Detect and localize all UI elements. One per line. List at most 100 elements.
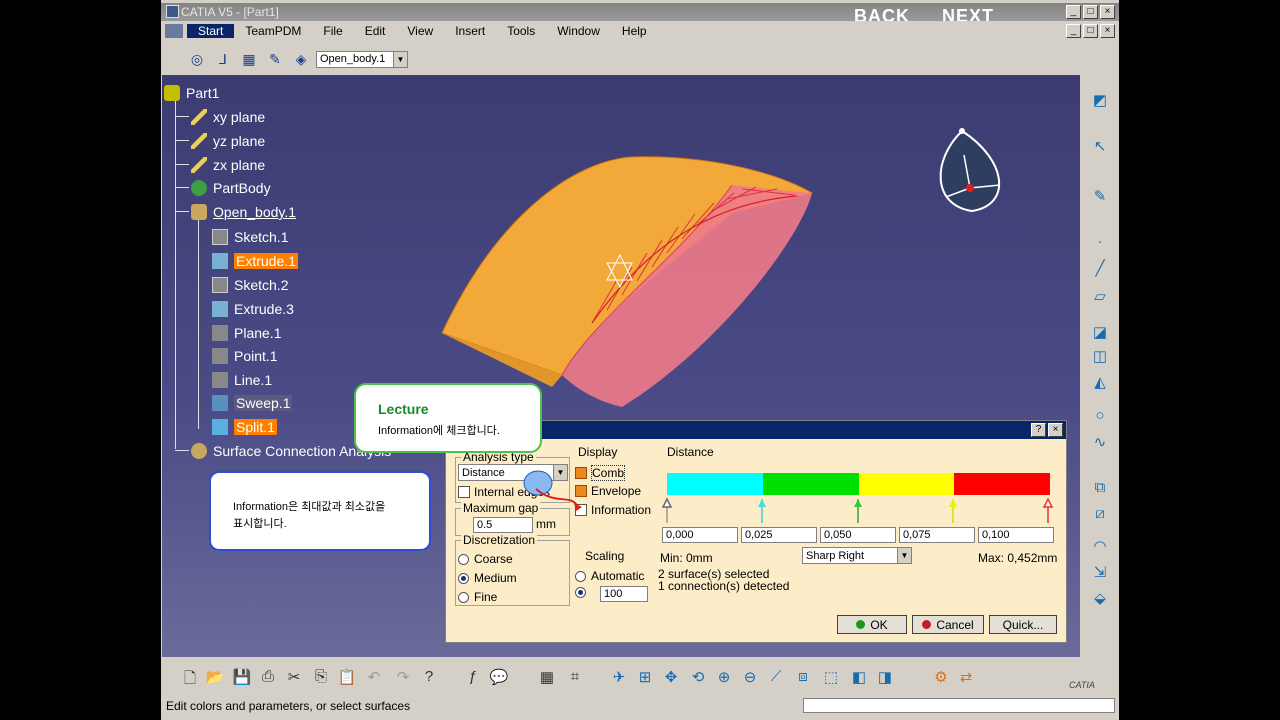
tree-node-sweep1[interactable]: Sweep.1	[212, 393, 293, 413]
open-icon[interactable]: 📂	[205, 668, 225, 688]
discretization-medium-radio[interactable]: Medium	[458, 571, 517, 585]
menu-teampdm[interactable]: TeamPDM	[234, 24, 312, 38]
scale-value-4[interactable]: 0,100	[978, 527, 1054, 543]
tree-node-part1[interactable]: Part1	[164, 83, 219, 103]
maximize-button[interactable]: □	[1083, 5, 1098, 19]
sketch-icon[interactable]: ✎	[1089, 187, 1111, 207]
menu-insert[interactable]: Insert	[444, 24, 496, 38]
point-icon[interactable]: ·	[1089, 233, 1111, 253]
doc-restore-button[interactable]: □	[1083, 24, 1098, 38]
zoom-out-icon[interactable]: ⊖	[740, 668, 760, 688]
fillet-icon[interactable]: ◠	[1089, 537, 1111, 557]
table-icon[interactable]: ▦	[537, 668, 557, 688]
menu-view[interactable]: View	[396, 24, 444, 38]
quick-button[interactable]: Quick...	[989, 615, 1057, 634]
close-button[interactable]: ×	[1100, 5, 1115, 19]
color-band-green[interactable]	[762, 473, 859, 495]
swap-icon[interactable]: ◨	[875, 668, 895, 688]
rotate-icon[interactable]: ⟲	[688, 668, 708, 688]
minimize-button[interactable]: _	[1066, 5, 1081, 19]
help-icon[interactable]: ?	[419, 668, 439, 688]
menu-tools[interactable]: Tools	[496, 24, 546, 38]
save-icon[interactable]: 💾	[232, 668, 252, 688]
color-band-red[interactable]	[954, 473, 1050, 495]
discretization-coarse-radio[interactable]: Coarse	[458, 552, 513, 566]
join-icon[interactable]: ⧉	[1089, 479, 1111, 499]
tree-node-yz-plane[interactable]: yz plane	[191, 131, 265, 151]
tree-node-sketch1[interactable]: Sketch.1	[212, 227, 288, 247]
fill-icon[interactable]: ◭	[1089, 373, 1111, 393]
undo-icon[interactable]: ↶	[364, 668, 384, 688]
tree-node-zx-plane[interactable]: zx plane	[191, 155, 265, 175]
transform-icon[interactable]: ⇲	[1089, 563, 1111, 583]
tree-node-partbody[interactable]: PartBody	[191, 178, 271, 198]
pan-icon[interactable]: ✥	[661, 668, 681, 688]
zoom-in-icon[interactable]: ⊕	[714, 668, 734, 688]
select-icon[interactable]: ↖	[1089, 137, 1111, 157]
menu-edit[interactable]: Edit	[354, 24, 397, 38]
sweep-icon[interactable]: ◫	[1089, 347, 1111, 367]
doc-minimize-button[interactable]: _	[1066, 24, 1081, 38]
tree-node-open-body[interactable]: Open_body.1	[191, 202, 296, 222]
tree-node-split1[interactable]: Split.1	[212, 417, 277, 437]
normal-view-icon[interactable]: ⟋	[766, 668, 786, 688]
menu-start[interactable]: Start	[187, 24, 235, 38]
scale-value-0[interactable]: 0,000	[662, 527, 738, 543]
scaling-value-input[interactable]: 100	[600, 586, 648, 602]
fly-icon[interactable]: ✈	[609, 668, 629, 688]
color-band-cyan[interactable]	[667, 473, 763, 495]
copy-icon[interactable]: ⎘	[311, 668, 331, 688]
discretization-fine-radio[interactable]: Fine	[458, 590, 497, 604]
tree-node-line1[interactable]: Line.1	[212, 370, 272, 390]
doc-close-button[interactable]: ×	[1100, 24, 1115, 38]
fit-all-icon[interactable]: ⊞	[635, 668, 655, 688]
workbench-icon[interactable]: ⚙	[931, 668, 951, 688]
tree-node-plane1[interactable]: Plane.1	[212, 323, 281, 343]
command-input[interactable]	[803, 698, 1115, 713]
menu-help[interactable]: Help	[611, 24, 658, 38]
color-mode-select[interactable]: Sharp Right ▼	[802, 547, 912, 564]
axis-icon[interactable]: ⅃	[212, 48, 234, 70]
tree-node-sketch2[interactable]: Sketch.2	[212, 275, 288, 295]
dialog-close-button[interactable]: ×	[1048, 423, 1063, 437]
dialog-help-button[interactable]: ?	[1031, 423, 1046, 437]
tree-icon[interactable]: ⌗	[565, 668, 585, 688]
cut-icon[interactable]: ✂	[284, 668, 304, 688]
shading-icon[interactable]: ⬚	[821, 668, 841, 688]
scaling-manual-radio[interactable]	[575, 587, 591, 598]
swap-workbench-icon[interactable]: ⇄	[956, 668, 976, 688]
new-icon[interactable]: 🗋	[180, 668, 200, 688]
compass-icon[interactable]	[939, 128, 1001, 213]
extrapolate-icon[interactable]: ⬙	[1089, 589, 1111, 609]
formula-icon[interactable]: ƒ	[463, 668, 483, 688]
ok-button[interactable]: OK	[837, 615, 907, 634]
paste-icon[interactable]: 📋	[337, 668, 357, 688]
comment-icon[interactable]: 💬	[489, 668, 509, 688]
spiral-icon[interactable]: ◎	[186, 48, 208, 70]
cancel-button[interactable]: Cancel	[912, 615, 984, 634]
scale-value-3[interactable]: 0,075	[899, 527, 975, 543]
menu-file[interactable]: File	[312, 24, 353, 38]
tree-node-extrude3[interactable]: Extrude.3	[212, 299, 294, 319]
body-icon[interactable]: ◈	[290, 48, 312, 70]
scale-value-2[interactable]: 0,050	[820, 527, 896, 543]
menu-window[interactable]: Window	[546, 24, 611, 38]
hide-show-icon[interactable]: ◧	[849, 668, 869, 688]
tree-node-point1[interactable]: Point.1	[212, 346, 278, 366]
sketcher-icon[interactable]: ◩	[1089, 91, 1111, 111]
grid-icon[interactable]: ▦	[238, 48, 260, 70]
view-icon[interactable]: ⧈	[793, 668, 813, 688]
scaling-automatic-radio[interactable]: Automatic	[575, 569, 644, 583]
circle-icon[interactable]: ○	[1089, 407, 1111, 427]
body-combo[interactable]: Open_body.1 ▼	[316, 50, 408, 68]
plane-icon[interactable]: ▱	[1089, 287, 1111, 307]
spline-icon[interactable]: ∿	[1089, 433, 1111, 453]
split-icon[interactable]: ⧄	[1089, 505, 1111, 525]
redo-icon[interactable]: ↷	[393, 668, 413, 688]
line-icon[interactable]: ╱	[1089, 259, 1111, 279]
print-icon[interactable]: ⎙	[258, 668, 278, 688]
extrude-icon[interactable]: ◪	[1089, 323, 1111, 343]
color-band-yellow[interactable]	[858, 473, 955, 495]
scale-value-1[interactable]: 0,025	[741, 527, 817, 543]
tree-node-extrude1[interactable]: Extrude.1	[212, 251, 298, 271]
